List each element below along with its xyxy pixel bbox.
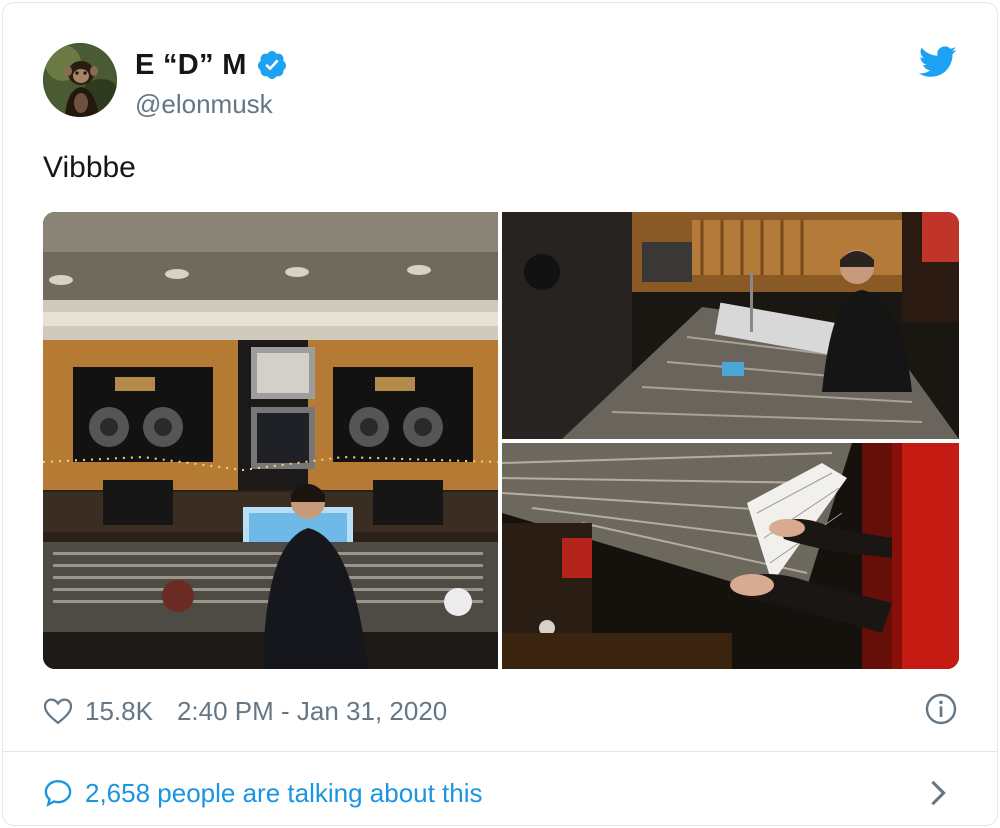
twitter-bird-icon[interactable] xyxy=(919,45,957,79)
speech-bubble-icon xyxy=(44,779,72,807)
author-handle[interactable]: @elonmusk xyxy=(135,89,273,120)
tweet-meta-row: 15.8K 2:40 PM - Jan 31, 2020 xyxy=(43,693,447,729)
photo-hands-keyboard[interactable] xyxy=(502,443,959,669)
photo-studio-wide[interactable] xyxy=(43,212,498,669)
heart-icon[interactable] xyxy=(43,697,73,725)
like-count[interactable]: 15.8K xyxy=(85,696,153,727)
chevron-right-icon[interactable] xyxy=(929,779,947,807)
embedded-tweet-card: E “D” M @elonmusk Vibbbe 15.8K 2:40 PM -… xyxy=(2,2,998,826)
tweet-text: Vibbbe xyxy=(43,151,136,184)
info-icon[interactable] xyxy=(925,693,957,725)
display-name[interactable]: E “D” M xyxy=(135,49,247,82)
avatar[interactable] xyxy=(43,43,117,117)
conversation-link[interactable]: 2,658 people are talking about this xyxy=(43,775,483,811)
footer-divider xyxy=(3,751,997,752)
photo-mixing-console[interactable] xyxy=(502,212,959,439)
tweet-timestamp[interactable]: 2:40 PM - Jan 31, 2020 xyxy=(177,696,447,727)
verified-badge-icon xyxy=(257,51,286,79)
avatar-image xyxy=(43,43,117,117)
media-grid xyxy=(43,212,959,669)
author-name-row[interactable]: E “D” M xyxy=(135,47,288,83)
conversation-label[interactable]: 2,658 people are talking about this xyxy=(85,778,483,809)
